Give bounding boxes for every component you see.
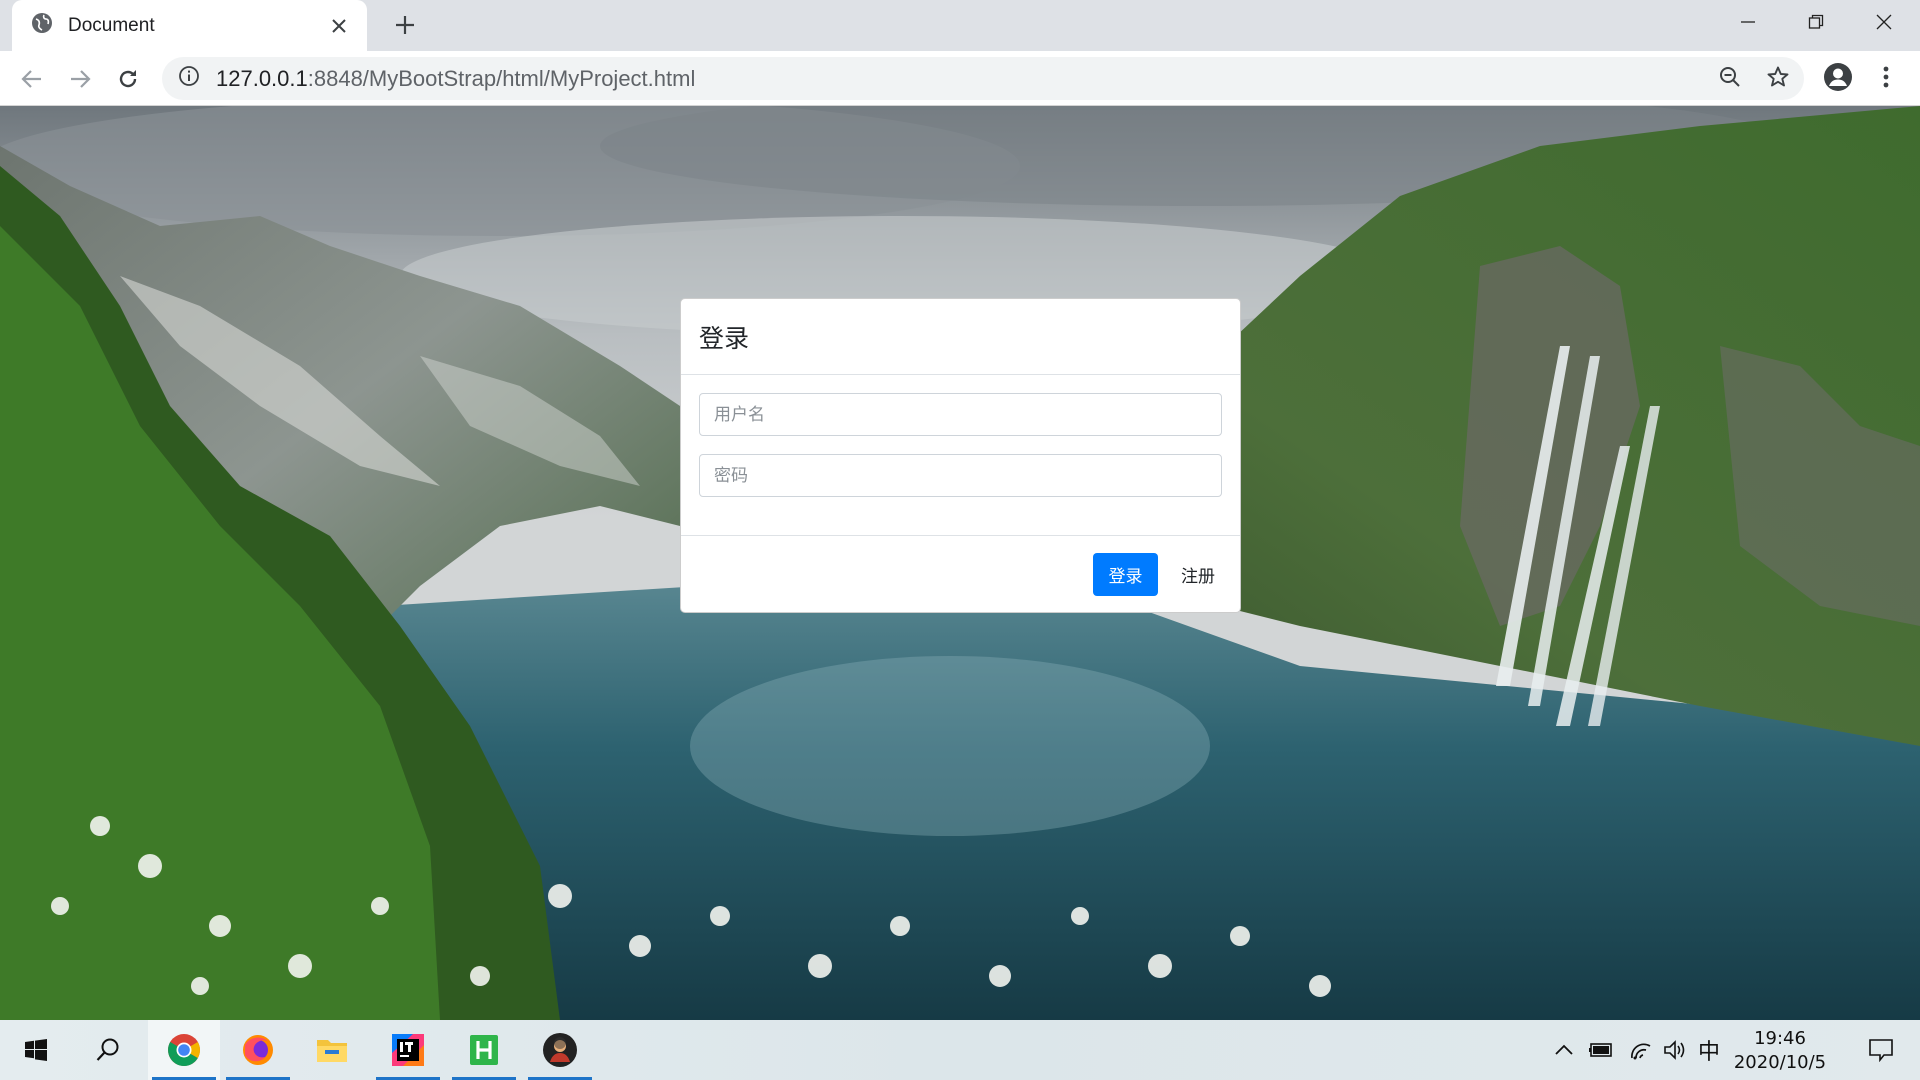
password-input[interactable]: [699, 454, 1222, 497]
register-button[interactable]: 注册: [1172, 553, 1224, 596]
taskbar-intellij[interactable]: [372, 1020, 444, 1080]
info-icon[interactable]: [178, 65, 216, 92]
file-explorer-icon: [317, 1040, 347, 1062]
restore-button[interactable]: [1788, 0, 1844, 44]
arrow-right-icon: [71, 70, 91, 88]
zoom-icon[interactable]: [1712, 59, 1748, 95]
volume-icon[interactable]: [1660, 1020, 1690, 1080]
url-host: 127.0.0.1: [216, 65, 308, 91]
tab-title: Document: [68, 14, 155, 36]
clock-time: 19:46: [1754, 1028, 1806, 1049]
login-modal: 登录 登录 注册: [680, 298, 1241, 613]
close-window-button[interactable]: [1856, 0, 1912, 44]
hbuilder-icon: [470, 1035, 498, 1065]
taskbar-search-button[interactable]: [72, 1020, 144, 1080]
modal-footer: 登录 注册: [681, 535, 1240, 613]
address-bar[interactable]: 127.0.0.1:8848/MyBootStrap/html/MyProjec…: [162, 57, 1804, 100]
login-button[interactable]: 登录: [1093, 553, 1158, 596]
firefox-icon: [243, 1035, 273, 1065]
modal-body: [681, 375, 1240, 535]
url-text[interactable]: 127.0.0.1:8848/MyBootStrap/html/MyProjec…: [216, 66, 695, 92]
taskbar-firefox[interactable]: [222, 1020, 294, 1080]
clock-date: 2020/10/5: [1733, 1052, 1827, 1073]
new-tab-button[interactable]: [390, 10, 420, 40]
taskbar-app-avatar[interactable]: [524, 1020, 596, 1080]
taskbar-chrome[interactable]: [148, 1020, 220, 1080]
taskbar-hbuilder[interactable]: [448, 1020, 520, 1080]
battery-icon[interactable]: [1586, 1020, 1616, 1080]
forward-button[interactable]: [64, 63, 96, 95]
browser-toolbar: 127.0.0.1:8848/MyBootStrap/html/MyProjec…: [0, 51, 1920, 106]
app-avatar-icon: [543, 1033, 577, 1067]
browser-tab-bar: Document: [0, 0, 1920, 51]
start-button[interactable]: [0, 1020, 72, 1080]
windows-taskbar: 中 19:46 2020/10/5: [0, 1020, 1920, 1080]
search-icon: [96, 1038, 119, 1061]
chrome-icon: [168, 1034, 200, 1066]
page-viewport: 登录 登录 注册: [0, 106, 1920, 1020]
more-menu-icon[interactable]: [1868, 59, 1904, 95]
back-button[interactable]: [16, 63, 48, 95]
arrow-left-icon: [21, 70, 41, 88]
profile-avatar-icon[interactable]: [1820, 59, 1856, 95]
windows-start-icon: [25, 1039, 47, 1061]
modal-header: 登录: [681, 299, 1240, 375]
wifi-icon[interactable]: [1626, 1020, 1656, 1080]
url-path: :8848/MyBootStrap/html/MyProject.html: [307, 65, 696, 91]
globe-icon: [30, 11, 68, 40]
modal-title: 登录: [699, 323, 750, 353]
close-tab-icon[interactable]: [325, 12, 353, 40]
tray-chevron-up-icon[interactable]: [1552, 1020, 1576, 1080]
username-input[interactable]: [699, 393, 1222, 436]
minimize-button[interactable]: [1720, 0, 1776, 44]
notification-center-icon[interactable]: [1856, 1020, 1906, 1080]
intellij-icon: [392, 1034, 424, 1066]
taskbar-file-explorer[interactable]: [296, 1020, 368, 1080]
reload-button[interactable]: [112, 63, 144, 95]
taskbar-clock[interactable]: 19:46 2020/10/5: [1720, 1028, 1840, 1076]
reload-icon: [119, 70, 137, 88]
browser-tab[interactable]: Document: [12, 0, 367, 51]
bookmark-star-icon[interactable]: [1760, 59, 1796, 95]
